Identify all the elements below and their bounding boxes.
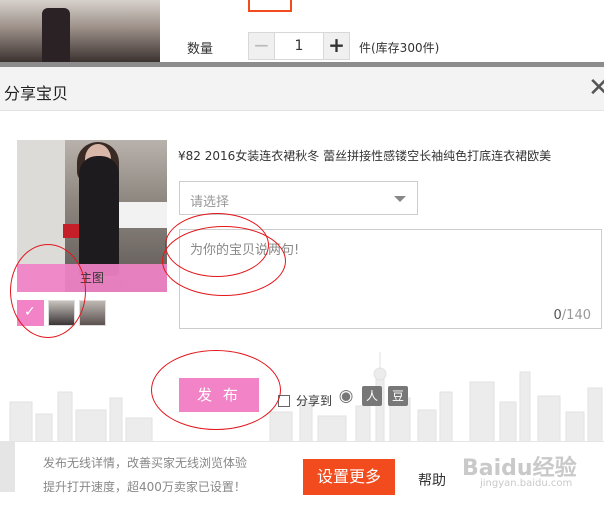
quantity-decrease-button[interactable]: − <box>248 32 275 60</box>
settings-more-button[interactable]: 设置更多 <box>303 459 395 495</box>
stock-text: 件(库存300件) <box>359 41 440 55</box>
select-placeholder: 请选择 <box>190 195 230 210</box>
product-detail-strip: 数量 − 1 + 件(库存300件) <box>0 0 604 62</box>
quantity-input[interactable]: 1 <box>275 32 323 60</box>
share-to-label: 分享到 <box>296 394 333 408</box>
city-skyline-background <box>9 352 603 447</box>
product-title: ¥82 2016女装连衣裙秋冬 蕾丝拼接性感镂空长袖纯色打底连衣裙欧美 <box>178 149 552 163</box>
annotation-circle <box>151 350 281 430</box>
douban-icon[interactable]: 豆 <box>388 386 408 406</box>
share-icons: ◉ 人 豆 <box>336 386 408 406</box>
page: 数量 − 1 + 件(库存300件) 分享宝贝 ✕ 主图 ✓ ¥82 2016女… <box>0 0 604 507</box>
quantity-stepper[interactable]: − 1 + <box>248 32 350 60</box>
quantity-increase-button[interactable]: + <box>323 32 350 60</box>
annotation-circle <box>162 226 286 296</box>
promo-line-1: 发布无线详情，改善买家无线浏览体验 <box>43 456 248 470</box>
watermark-url: jingyan.baidu.com <box>480 478 573 489</box>
promo-line-2: 提升打开速度，超400万卖家已设置！ <box>43 480 246 494</box>
help-link[interactable]: 帮助 <box>418 470 446 490</box>
chevron-down-icon <box>394 196 406 202</box>
char-counter: 0/140 <box>553 308 591 323</box>
close-icon[interactable]: ✕ <box>588 75 604 101</box>
weibo-icon[interactable]: ◉ <box>336 386 356 406</box>
size-option-selected[interactable] <box>248 0 292 12</box>
category-select[interactable]: 请选择 <box>179 181 418 215</box>
dialog-header: 分享宝贝 ✕ <box>0 67 604 111</box>
annotation-circle <box>10 244 86 338</box>
banner-icon <box>0 442 15 492</box>
renren-icon[interactable]: 人 <box>362 386 382 406</box>
dialog-title: 分享宝贝 <box>4 84 69 103</box>
share-to-option[interactable]: 分享到 <box>278 392 332 409</box>
product-thumbnail <box>0 0 160 62</box>
quantity-label: 数量 <box>187 42 214 57</box>
